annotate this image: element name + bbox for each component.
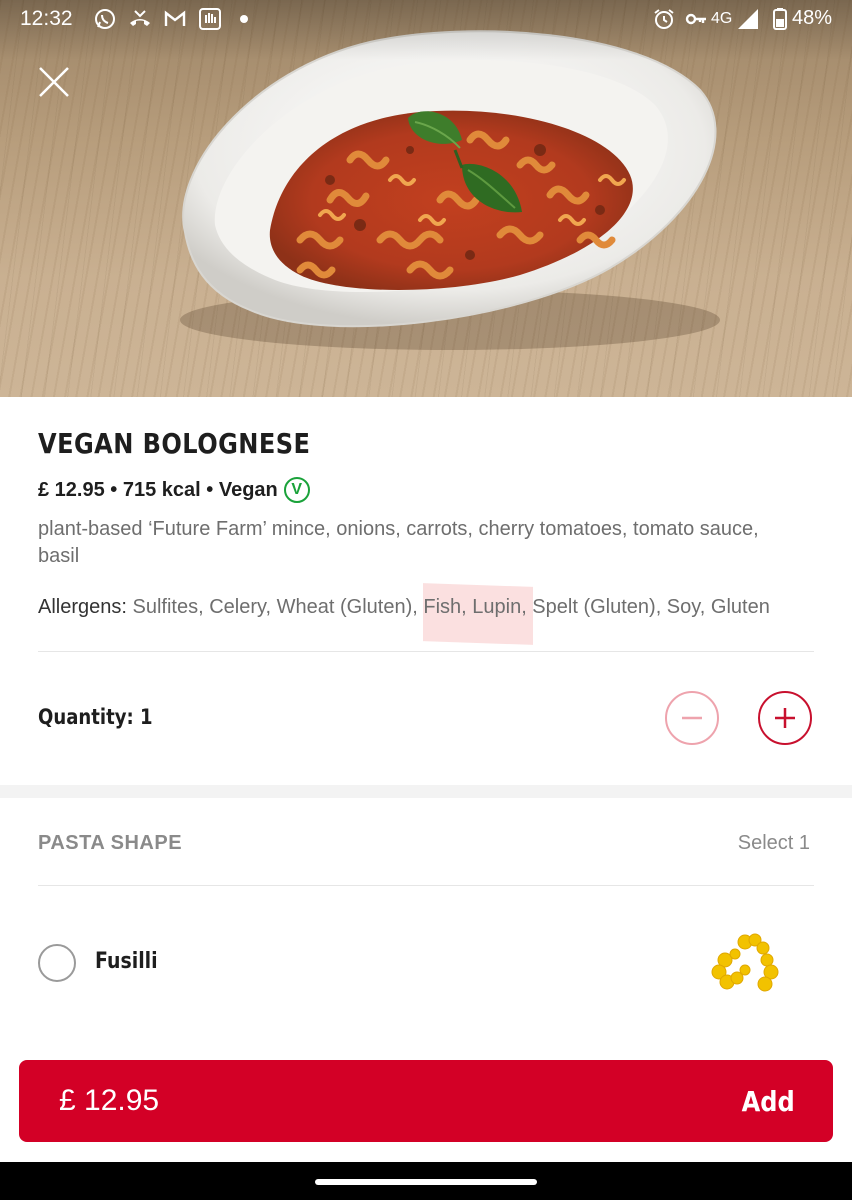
network-type: 4G	[711, 10, 733, 27]
product-kcal: 715 kcal	[122, 478, 201, 501]
notification-dot-icon	[240, 15, 248, 23]
decrease-quantity-button[interactable]	[665, 691, 719, 745]
status-time: 12:32	[20, 7, 73, 30]
alarm-icon	[654, 9, 674, 29]
product-meta: £ 12.95 • 715 kcal • Vegan V	[38, 477, 310, 503]
divider	[38, 651, 814, 652]
status-bar: 12:32 4G 48%	[0, 0, 852, 40]
signal-icon	[738, 9, 758, 29]
product-title: VEGAN BOLOGNESE	[38, 427, 311, 460]
add-total-price: £ 12.95	[59, 1084, 160, 1117]
product-diet: Vegan	[218, 478, 278, 501]
missed-call-icon	[130, 10, 150, 26]
close-icon[interactable]	[34, 62, 74, 102]
divider	[38, 885, 814, 886]
meta-separator: •	[200, 478, 219, 501]
home-gesture-handle[interactable]	[315, 1179, 537, 1185]
options-select-hint: Select 1	[737, 832, 810, 854]
allergens-line: Allergens: Sulfites, Celery, Wheat (Glut…	[38, 596, 770, 618]
add-label: Add	[741, 1085, 795, 1118]
whatsapp-icon	[95, 9, 115, 29]
allergens-label: Allergens	[38, 596, 122, 618]
fusilli-pasta-icon	[711, 933, 779, 992]
battery-percent: 48%	[792, 7, 833, 29]
option-label-fusilli[interactable]: Fusilli	[95, 949, 158, 974]
allergens-list: Sulfites, Celery, Wheat (Gluten), Fish, …	[132, 596, 770, 618]
product-description: plant-based ‘Future Farm’ mince, onions,…	[38, 518, 759, 567]
quantity-label: Quantity: 1	[38, 705, 153, 729]
increase-quantity-button[interactable]	[758, 691, 812, 745]
plus-icon	[775, 708, 795, 728]
vegan-badge-icon: V	[283, 477, 310, 503]
vpn-key-icon	[685, 13, 706, 25]
meta-separator: •	[104, 478, 123, 501]
section-separator	[0, 785, 852, 798]
options-section-title: PASTA SHAPE	[38, 832, 183, 854]
minus-icon	[682, 716, 702, 720]
battery-icon	[773, 8, 787, 30]
dish-photo	[0, 0, 852, 397]
add-to-order-button[interactable]: £ 12.95 Add	[19, 1060, 833, 1142]
product-price: £ 12.95	[38, 478, 105, 501]
gmail-icon	[164, 10, 186, 26]
fusilli-radio[interactable]	[38, 944, 76, 982]
app-icon	[199, 8, 221, 30]
